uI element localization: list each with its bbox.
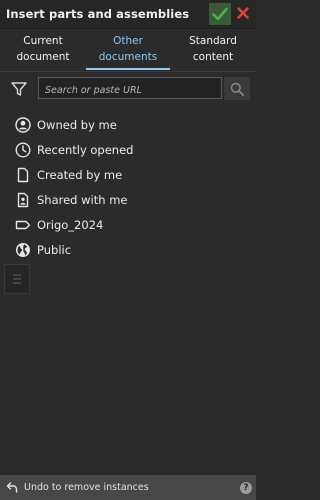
user-circle-icon: [14, 116, 32, 134]
search-box: [38, 77, 222, 101]
list-item-shared-with-me[interactable]: Shared with me: [14, 189, 244, 211]
title-bar: Insert parts and assemblies: [0, 0, 256, 29]
list-item-public[interactable]: Public: [14, 239, 244, 261]
list-item-origo-2024[interactable]: Origo_2024: [14, 214, 244, 236]
tab-current-document[interactable]: Current document: [0, 30, 86, 68]
label-tag-icon: [14, 216, 32, 234]
close-icon: [237, 7, 249, 19]
shared-user-icon: [14, 191, 32, 209]
tab-standard-content-label-1: Standard: [189, 35, 237, 47]
tab-standard-content[interactable]: Standard content: [170, 30, 256, 68]
list-lines-icon: [13, 274, 21, 284]
dialog-title: Insert parts and assemblies: [6, 7, 190, 21]
search-icon: [230, 82, 244, 96]
footer-bar: Undo to remove instances ?: [0, 475, 256, 500]
tab-bar: Current document Other documents Standard c…: [0, 30, 256, 70]
list-item-label: Owned by me: [37, 118, 117, 132]
undo-arrow-icon: [6, 482, 18, 493]
list-item-label: Created by me: [37, 168, 123, 182]
search-button[interactable]: [224, 77, 250, 100]
panel-drag-handle[interactable]: [4, 264, 30, 294]
list-item-owned-by-me[interactable]: Owned by me: [14, 114, 244, 136]
tab-other-documents-label-2: documents: [98, 51, 158, 63]
tab-divider: [0, 71, 256, 72]
list-item-created-by-me[interactable]: Created by me: [14, 164, 244, 186]
tab-current-document-label-2: document: [16, 51, 70, 63]
confirm-button[interactable]: [209, 3, 231, 25]
list-item-label: Recently opened: [37, 143, 134, 157]
globe-icon: [14, 241, 32, 259]
tab-standard-content-label-2: content: [192, 51, 234, 63]
search-input[interactable]: [39, 80, 215, 101]
list-item-label: Origo_2024: [37, 218, 104, 232]
close-button[interactable]: [234, 4, 252, 22]
clock-icon: [14, 141, 32, 159]
tab-other-documents-label-1: Other: [113, 35, 143, 47]
checkmark-icon: [212, 7, 228, 21]
list-item-label: Shared with me: [37, 193, 128, 207]
undo-label: Undo to remove instances: [24, 481, 149, 493]
document-icon: [14, 166, 32, 184]
filter-button[interactable]: [10, 80, 28, 98]
undo-button[interactable]: Undo to remove instances: [6, 481, 149, 493]
help-icon[interactable]: ?: [240, 482, 252, 494]
tab-other-documents[interactable]: Other documents: [86, 30, 170, 70]
filter-icon: [11, 82, 27, 96]
tab-current-document-label-1: Current: [23, 35, 63, 47]
list-item-recently-opened[interactable]: Recently opened: [14, 139, 244, 161]
list-item-label: Public: [37, 243, 72, 257]
